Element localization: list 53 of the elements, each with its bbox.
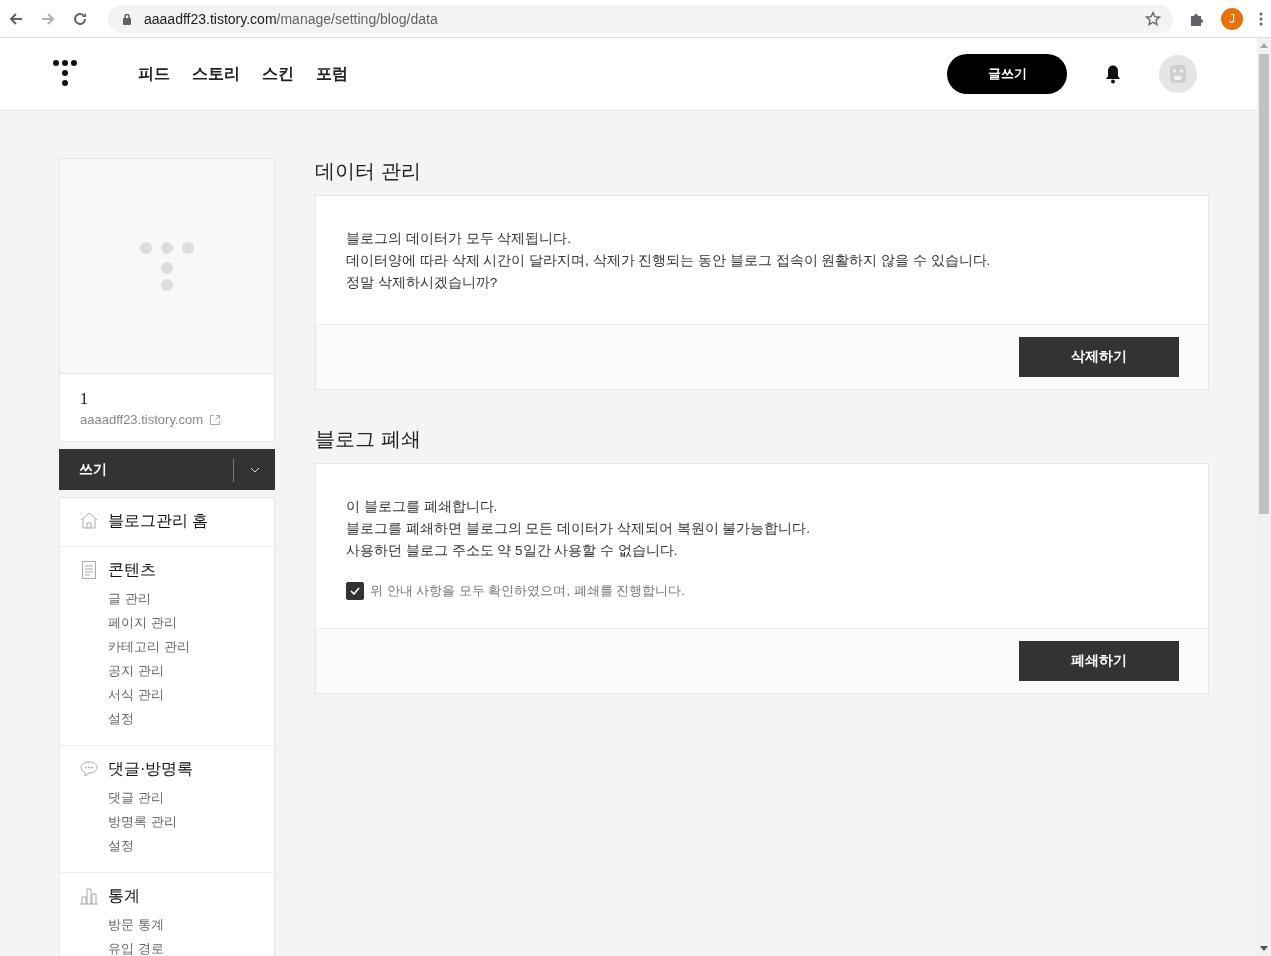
bell-icon[interactable] [1104, 64, 1122, 84]
action-button[interactable]: 삭제하기 [1019, 337, 1179, 377]
submenu-item[interactable]: 카테고리 관리 [108, 635, 255, 659]
checkbox-label: 위 안내 사항을 모두 확인하였으며, 폐쇄를 진행합니다. [370, 582, 685, 600]
submenu-item[interactable]: 방명록 관리 [108, 810, 255, 834]
write-split-button[interactable]: 쓰기 [59, 449, 275, 490]
address-bar[interactable]: aaaadff23.tistory.com/manage/setting/blog/data [108, 4, 1173, 33]
menu-item[interactable]: 통계 [108, 885, 140, 907]
blog-title: 1 [80, 390, 89, 408]
submenu-item[interactable]: 유입 경로 [108, 937, 255, 956]
speech-bubble-icon [79, 759, 99, 779]
action-button[interactable]: 폐쇄하기 [1019, 641, 1179, 681]
section-title: 데이터 관리 [315, 159, 422, 184]
url-text: aaaadff23.tistory.com/manage/setting/blog/data [144, 10, 438, 27]
menu-item[interactable]: 블로그관리 홈 [108, 510, 209, 532]
nav-link[interactable]: 스킨 [262, 63, 294, 85]
logo-icon[interactable] [53, 60, 79, 88]
logo-placeholder-icon [139, 241, 195, 291]
chevron-down-icon[interactable] [249, 466, 260, 473]
star-icon[interactable] [1145, 10, 1161, 27]
nav-link[interactable]: 스토리 [192, 63, 240, 85]
notice-text: 사용하던 블로그 주소도 약 5일간 사용할 수 없습니다. [346, 542, 679, 560]
nav-link[interactable]: 피드 [138, 63, 170, 85]
section-title: 블로그 폐쇄 [315, 427, 422, 452]
home-icon [79, 511, 99, 531]
submenu-item[interactable]: 서식 관리 [108, 683, 255, 707]
scroll-down-icon[interactable] [1260, 946, 1268, 951]
notice-text: 정말 삭제하시겠습니까? [346, 274, 499, 292]
confirm-checkbox[interactable] [346, 582, 364, 600]
submenu-item[interactable]: 페이지 관리 [108, 611, 255, 635]
notice-text: 블로그의 데이터가 모두 삭제됩니다. [346, 230, 572, 248]
submenu-item[interactable]: 댓글 관리 [108, 786, 255, 810]
notice-text: 이 블로그를 폐쇄합니다. [346, 498, 499, 516]
back-icon[interactable] [8, 10, 24, 27]
submenu-item[interactable]: 설정 [108, 834, 255, 858]
submenu-item[interactable]: 설정 [108, 707, 255, 731]
menu-item[interactable]: 댓글·방명록 [108, 758, 194, 780]
write-label: 쓰기 [79, 460, 107, 479]
blog-url-link[interactable]: aaaadff23.tistory.com [80, 412, 204, 427]
submenu-item[interactable]: 글 관리 [108, 587, 255, 611]
write-button[interactable]: 글쓰기 [947, 54, 1067, 94]
submenu-item[interactable]: 방문 통계 [108, 913, 255, 937]
bar-chart-icon [79, 886, 99, 906]
submenu-item[interactable]: 공지 관리 [108, 659, 255, 683]
nav-link[interactable]: 포럼 [316, 63, 348, 85]
document-icon [79, 560, 99, 580]
more-icon[interactable] [1259, 11, 1263, 26]
menu-item[interactable]: 콘텐츠 [108, 559, 156, 581]
reload-icon[interactable] [72, 10, 88, 27]
lock-icon [122, 12, 132, 25]
notice-text: 데이터양에 따라 삭제 시간이 달라지며, 삭제가 진행되는 동안 블로그 접속이 원활하지 않을 수 있습니다. [346, 252, 992, 270]
check-icon [350, 587, 360, 595]
notice-text: 블로그를 폐쇄하면 블로그의 모든 데이터가 삭제되어 복원이 불가능합니다. [346, 520, 811, 538]
